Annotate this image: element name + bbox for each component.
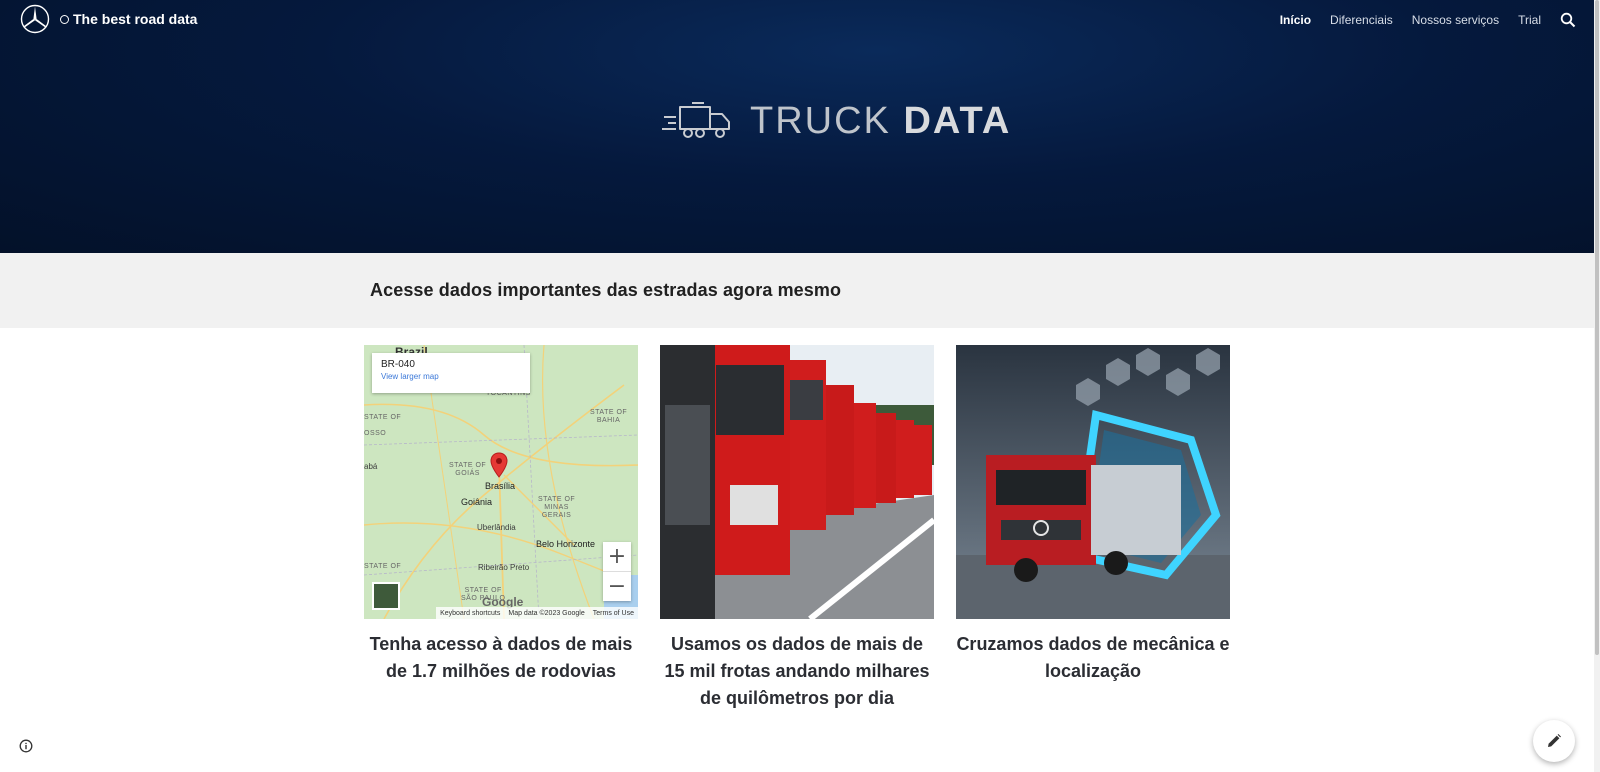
map-label-minas: STATE OF MINAS GERAIS xyxy=(538,496,576,519)
main-nav: Início Diferenciais Nossos serviços Tria… xyxy=(1280,12,1576,28)
page: The best road data Início Diferenciais N… xyxy=(0,0,1600,772)
fleet-trucks-picture xyxy=(660,345,934,619)
map-info-title: BR-040 xyxy=(381,359,415,370)
nav-item-inicio[interactable]: Início xyxy=(1280,13,1311,27)
map-data-text: Map data ©2023 Google xyxy=(508,609,585,617)
hero-header: The best road data Início Diferenciais N… xyxy=(0,0,1594,253)
map-label-brasilia: Brasília xyxy=(485,481,516,491)
nav-item-nossos-servicos[interactable]: Nossos serviços xyxy=(1412,13,1499,27)
mercedes-star-icon xyxy=(20,4,50,34)
nav-item-diferenciais[interactable]: Diferenciais xyxy=(1330,13,1393,27)
search-icon[interactable] xyxy=(1560,12,1576,28)
view-larger-map-link[interactable]: View larger map xyxy=(381,372,521,381)
edit-button[interactable] xyxy=(1533,720,1575,762)
keyboard-shortcuts-link[interactable]: Keyboard shortcuts xyxy=(440,610,500,617)
map-label-uberlandia: Uberlândia xyxy=(477,523,516,532)
mercedes-mini-icon xyxy=(60,14,69,24)
top-bar: The best road data Início Diferenciais N… xyxy=(0,0,1594,38)
map-label-grosso: OSSO xyxy=(364,430,387,437)
card-map-caption: Tenha acesso à dados de mais de 1.7 milh… xyxy=(369,634,633,681)
info-icon[interactable] xyxy=(19,739,33,753)
card-mechanics: Cruzamos dados de mecânica e localização xyxy=(956,345,1230,685)
hero-title-light: TRUCK xyxy=(750,100,891,142)
tech-truck-picture xyxy=(956,345,1230,619)
truck-data-logo: TRUCK DATA xyxy=(662,100,1011,143)
map-label-bahia: STATE OF BAHIA xyxy=(590,409,628,424)
site-title: The best road data xyxy=(60,11,197,27)
card-fleet: Usamos os dados de mais de 15 mil frotas… xyxy=(660,345,934,712)
zoom-out-button[interactable]: − xyxy=(603,572,631,601)
nav-item-trial[interactable]: Trial xyxy=(1518,13,1541,27)
fleet-image xyxy=(660,345,934,619)
card-map: Brazil TOCANTINS STATE OF BAHIA STATE OF… xyxy=(364,345,638,685)
map-label-belo-horizonte: Belo Horizonte xyxy=(536,539,596,549)
map-label-goiania: Goiânia xyxy=(461,497,493,507)
intro-band: Acesse dados importantes das estradas ag… xyxy=(0,253,1594,328)
site-title-text: The best road data xyxy=(73,11,198,27)
map-footer: Keyboard shortcuts Map data ©2023 Google… xyxy=(436,607,638,619)
mechanics-image xyxy=(956,345,1230,619)
card-mechanics-caption: Cruzamos dados de mecânica e localização xyxy=(956,634,1230,681)
map-label-left-state: STATE OF xyxy=(364,414,402,421)
embedded-map[interactable]: Brazil TOCANTINS STATE OF BAHIA STATE OF… xyxy=(364,345,638,619)
map-pin-icon[interactable] xyxy=(490,452,508,478)
map-label-goias: STATE OF GOIÁS xyxy=(449,462,487,477)
satellite-toggle-button[interactable] xyxy=(372,582,400,610)
map-label-left-state-2: STATE OF xyxy=(364,563,402,570)
zoom-in-button[interactable]: + xyxy=(603,542,631,571)
map-info-box: BR-040 View larger map xyxy=(372,353,530,393)
scrollbar-thumb[interactable] xyxy=(1595,0,1599,655)
map-label-aba: abá xyxy=(364,462,378,471)
brand[interactable]: The best road data xyxy=(20,4,197,34)
hero-title-strong: DATA xyxy=(903,100,1012,142)
terms-of-use-link[interactable]: Terms of Use xyxy=(593,610,634,617)
map-label-ribeirao: Ribeirão Preto xyxy=(478,563,530,572)
intro-heading: Acesse dados importantes das estradas ag… xyxy=(370,280,842,300)
pencil-icon xyxy=(1548,734,1561,747)
hero-title: TRUCK DATA xyxy=(750,100,1011,143)
card-fleet-caption: Usamos os dados de mais de 15 mil frotas… xyxy=(664,634,930,708)
map-zoom-control: + − xyxy=(603,542,631,601)
fast-truck-icon xyxy=(662,101,730,138)
